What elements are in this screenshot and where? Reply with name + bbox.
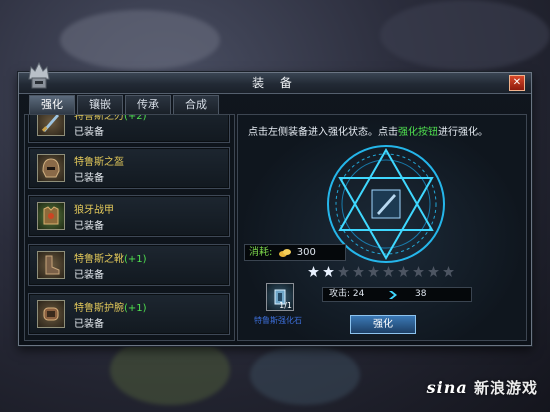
item-name: 特鲁斯护腕 — [74, 303, 124, 314]
gold-coin-icon — [278, 248, 291, 257]
star-empty-icon — [443, 266, 454, 277]
list-item[interactable]: 特鲁斯之刃(+2) 已装备 — [28, 114, 230, 143]
instruction-text: 点击左侧装备进入强化状态。点击强化按钮进行强化。 — [248, 123, 488, 138]
star-filled-icon — [323, 266, 334, 277]
cost-value: 300 — [296, 247, 316, 258]
item-status: 已装备 — [74, 221, 104, 232]
watermark: sina 新浪游戏 — [427, 377, 538, 398]
strengthen-panel: 点击左侧装备进入强化状态。点击强化按钮进行强化。 消耗: 300 1/1 特鲁斯… — [237, 114, 527, 341]
cost-display: 消耗: 300 — [244, 244, 346, 261]
item-plus: (+1) — [124, 254, 147, 265]
item-name: 特鲁斯之刃 — [74, 114, 124, 122]
item-name: 狼牙战甲 — [74, 205, 114, 216]
star-filled-icon — [308, 266, 319, 277]
strengthen-star-rating — [308, 266, 454, 277]
helmet-icon — [28, 61, 50, 89]
equipment-list: 特鲁斯之刃(+2) 已装备 特鲁斯之盔 已装备 狼牙战甲 已装备 特鲁斯之靴(+… — [24, 114, 235, 341]
item-plus: (+2) — [124, 114, 147, 122]
star-empty-icon — [428, 266, 439, 277]
close-button[interactable]: ✕ — [509, 75, 525, 91]
bracer-icon — [37, 300, 65, 328]
watermark-text: 新浪游戏 — [473, 379, 538, 397]
hint-text: 点击左侧装备进入强化状态。点击 — [248, 127, 398, 138]
material-slot[interactable]: 1/1 — [266, 283, 294, 311]
item-name: 特鲁斯之靴 — [74, 254, 124, 265]
tab-inherit[interactable]: 传承 — [125, 95, 171, 114]
window-title-text: 装 备 — [252, 76, 298, 90]
star-empty-icon — [398, 266, 409, 277]
list-item[interactable]: 特鲁斯护腕(+1) 已装备 — [28, 293, 230, 335]
tab-inlay[interactable]: 镶嵌 — [77, 95, 123, 114]
star-empty-icon — [368, 266, 379, 277]
item-status: 已装备 — [74, 270, 104, 281]
armor-icon — [37, 202, 65, 230]
attack-stat: 攻击: 24 38 — [322, 287, 472, 302]
star-empty-icon — [338, 266, 349, 277]
sina-logo: sina — [426, 378, 468, 397]
list-item[interactable]: 狼牙战甲 已装备 — [28, 195, 230, 237]
star-empty-icon — [383, 266, 394, 277]
tab-synthesis[interactable]: 合成 — [173, 95, 219, 114]
boots-icon — [37, 251, 65, 279]
arrow-right-icon — [389, 291, 397, 299]
helmet-item-icon — [37, 154, 65, 182]
strengthen-button[interactable]: 强化 — [350, 315, 416, 334]
item-name: 特鲁斯之盔 — [74, 157, 124, 168]
item-status: 已装备 — [74, 173, 104, 184]
item-status: 已装备 — [74, 127, 104, 138]
stat-current: 攻击: 24 — [329, 289, 365, 299]
list-item[interactable]: 特鲁斯之靴(+1) 已装备 — [28, 244, 230, 286]
hint-highlight: 强化按钮 — [398, 127, 438, 138]
tab-strengthen[interactable]: 强化 — [29, 95, 75, 114]
blade-icon — [37, 115, 65, 136]
cost-label: 消耗: — [249, 247, 273, 258]
stat-next: 38 — [415, 289, 427, 299]
list-item[interactable]: 特鲁斯之盔 已装备 — [28, 147, 230, 189]
hint-text-end: 进行强化。 — [438, 127, 488, 138]
material-count: 1/1 — [279, 301, 292, 310]
window-title: 装 备 — [19, 73, 531, 94]
equipment-window: 装 备 ✕ 强化 镶嵌 传承 合成 特鲁斯之刃(+2) 已装备 特鲁斯之盔 已装… — [18, 61, 532, 346]
material-caption: 特鲁斯强化石 — [254, 316, 302, 325]
tab-bar: 强化 镶嵌 传承 合成 — [29, 95, 219, 115]
item-plus: (+1) — [124, 303, 147, 314]
star-empty-icon — [353, 266, 364, 277]
star-empty-icon — [413, 266, 424, 277]
item-status: 已装备 — [74, 319, 104, 330]
